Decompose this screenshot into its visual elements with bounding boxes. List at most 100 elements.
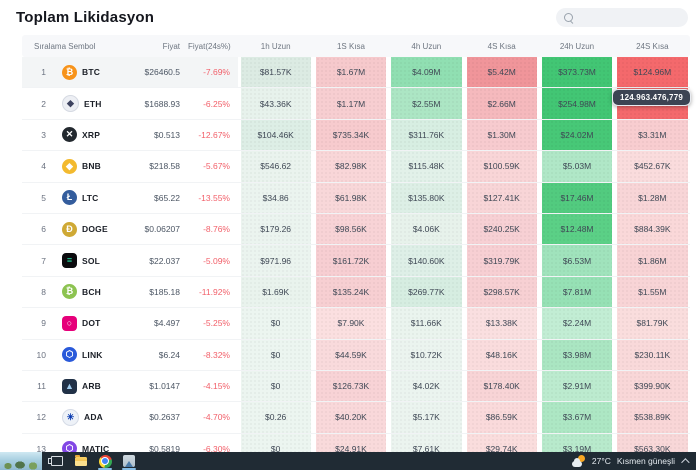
weather-icon[interactable] <box>572 455 586 467</box>
liq-4h-short-cell: $48.16K <box>467 340 537 370</box>
price-cell: $185.18 <box>114 277 188 307</box>
liq-4h-long-cell: $140.60K <box>391 245 461 275</box>
rank-cell: 1 <box>22 57 48 87</box>
header-rank-symbol[interactable]: Sıralama Sembol <box>22 42 114 51</box>
symbol-cell: ▲ ARB <box>48 371 114 401</box>
header-4h-short[interactable]: 4S Kısa <box>464 42 539 51</box>
table-row[interactable]: 12 ✳ ADA $0.2637 -4.70% $0.26 $40.20K $5… <box>22 402 690 433</box>
liq-1h-short-cell: $98.56K <box>316 214 386 244</box>
price-24h-pct-cell: -12.67% <box>188 120 238 150</box>
price-cell: $0.513 <box>114 120 188 150</box>
liq-4h-long-cell: $311.76K <box>391 120 461 150</box>
rank-cell: 5 <box>22 183 48 213</box>
liq-4h-long-cell: $4.09M <box>391 57 461 87</box>
liq-1h-short-cell: $40.20K <box>316 402 386 432</box>
price-24h-pct-cell: -8.32% <box>188 340 238 370</box>
weather-condition[interactable]: Kısmen güneşli <box>617 456 675 466</box>
task-view-icon <box>51 456 63 466</box>
price-cell: $218.58 <box>114 151 188 181</box>
coin-icon: Ł <box>62 190 77 205</box>
liq-1h-long-cell: $0.26 <box>241 402 311 432</box>
search-icon <box>564 13 573 22</box>
liq-24h-short-cell: $1.86M <box>617 245 687 275</box>
price-cell: $0.06207 <box>114 214 188 244</box>
chrome-icon <box>99 455 112 468</box>
price-cell: $4.497 <box>114 308 188 338</box>
symbol-label: BTC <box>82 67 100 77</box>
header-1h-short[interactable]: 1S Kısa <box>313 42 388 51</box>
rank-cell: 10 <box>22 340 48 370</box>
liq-24h-short-cell: $1.28M <box>617 183 687 213</box>
price-cell: $1688.93 <box>114 88 188 118</box>
table-row[interactable]: 9 ○ DOT $4.497 -5.25% $0 $7.90K $11.66K … <box>22 308 690 339</box>
liq-24h-short-cell: $884.39K <box>617 214 687 244</box>
table-row[interactable]: 1 ₿ BTC $26460.5 -7.69% $81.57K $1.67M $… <box>22 57 690 88</box>
liq-24h-long-cell: $3.19M <box>542 434 612 452</box>
coin-icon: ⬡ <box>62 347 77 362</box>
liq-1h-short-cell: $135.24K <box>316 277 386 307</box>
liq-1h-short-cell: $24.91K <box>316 434 386 452</box>
liq-4h-short-cell: $13.38K <box>467 308 537 338</box>
weather-temp[interactable]: 27°C <box>592 456 611 466</box>
liq-24h-short-cell: $399.90K <box>617 371 687 401</box>
symbol-cell: ✳ ADA <box>48 402 114 432</box>
liq-24h-short-cell: $538.89K <box>617 402 687 432</box>
rank-cell: 2 <box>22 88 48 118</box>
header-24h-short[interactable]: 24S Kısa <box>615 42 690 51</box>
symbol-cell: ⬡ MATIC <box>48 434 114 452</box>
price-24h-pct-cell: -5.25% <box>188 308 238 338</box>
liq-4h-short-cell: $319.79K <box>467 245 537 275</box>
liq-1h-short-cell: $1.67M <box>316 57 386 87</box>
symbol-cell: ○ DOT <box>48 308 114 338</box>
table-row[interactable]: 10 ⬡ LINK $6.24 -8.32% $0 $44.59K $10.72… <box>22 340 690 371</box>
price-cell: $1.0147 <box>114 371 188 401</box>
header-4h-long[interactable]: 4h Uzun <box>389 42 464 51</box>
coin-icon: ✳ <box>62 409 79 426</box>
screen: Toplam Likidasyon Sıralama Sembol Fiyat … <box>0 0 696 470</box>
header-price-24h-pct[interactable]: Fiyat(24s%) <box>188 42 238 51</box>
liq-4h-long-cell: $2.55M <box>391 88 461 118</box>
symbol-cell: Đ DOGE <box>48 214 114 244</box>
liq-4h-long-cell: $4.06K <box>391 214 461 244</box>
table-row[interactable]: 6 Đ DOGE $0.06207 -8.76% $179.26 $98.56K… <box>22 214 690 245</box>
table-row[interactable]: 13 ⬡ MATIC $0.5819 -6.30% $0 $24.91K $7.… <box>22 434 690 452</box>
liq-24h-long-cell: $12.48M <box>542 214 612 244</box>
symbol-label: BCH <box>82 287 101 297</box>
table-row[interactable]: 2 ◆ ETH $1688.93 -6.25% $43.36K $1.17M $… <box>22 88 690 119</box>
desktop-wallpaper[interactable] <box>0 452 42 470</box>
liq-4h-short-cell: $100.59K <box>467 151 537 181</box>
liq-1h-long-cell: $179.26 <box>241 214 311 244</box>
search-input[interactable] <box>578 13 680 23</box>
page-title: Toplam Likidasyon <box>16 9 154 26</box>
liq-1h-short-cell: $61.98K <box>316 183 386 213</box>
task-view-button[interactable] <box>49 452 65 470</box>
symbol-cell: ≡ SOL <box>48 245 114 275</box>
file-explorer-button[interactable] <box>73 452 89 470</box>
table-row[interactable]: 8 ₿ BCH $185.18 -11.92% $1.69K $135.24K … <box>22 277 690 308</box>
liq-1h-long-cell: $1.69K <box>241 277 311 307</box>
table-row[interactable]: 5 Ł LTC $65.22 -13.55% $34.86 $61.98K $1… <box>22 183 690 214</box>
liq-1h-short-cell: $82.98K <box>316 151 386 181</box>
header-price[interactable]: Fiyat <box>114 42 188 51</box>
header-1h-long[interactable]: 1h Uzun <box>238 42 313 51</box>
table-row[interactable]: 3 ✕ XRP $0.513 -12.67% $104.46K $735.34K… <box>22 120 690 151</box>
photos-button[interactable] <box>121 452 137 470</box>
symbol-label: ADA <box>84 412 103 422</box>
liq-1h-long-cell: $43.36K <box>241 88 311 118</box>
liq-4h-long-cell: $7.61K <box>391 434 461 452</box>
tray-chevron-up-icon[interactable] <box>681 458 689 466</box>
table-row[interactable]: 11 ▲ ARB $1.0147 -4.15% $0 $126.73K $4.0… <box>22 371 690 402</box>
header-24h-long[interactable]: 24h Uzun <box>539 42 614 51</box>
liq-24h-short-cell: $124.96M <box>617 57 687 87</box>
search-box[interactable] <box>556 8 688 27</box>
liq-4h-long-cell: $10.72K <box>391 340 461 370</box>
table-row[interactable]: 4 ◆ BNB $218.58 -5.67% $546.62 $82.98K $… <box>22 151 690 182</box>
system-tray: 27°C Kısmen güneşli <box>572 455 696 467</box>
price-cell: $0.2637 <box>114 402 188 432</box>
symbol-cell: ✕ XRP <box>48 120 114 150</box>
chrome-button[interactable] <box>97 452 113 470</box>
liq-24h-short-cell: $563.30K <box>617 434 687 452</box>
price-24h-pct-cell: -7.69% <box>188 57 238 87</box>
table-row[interactable]: 7 ≡ SOL $22.037 -5.09% $971.96 $161.72K … <box>22 245 690 276</box>
table-body: 1 ₿ BTC $26460.5 -7.69% $81.57K $1.67M $… <box>22 57 690 452</box>
